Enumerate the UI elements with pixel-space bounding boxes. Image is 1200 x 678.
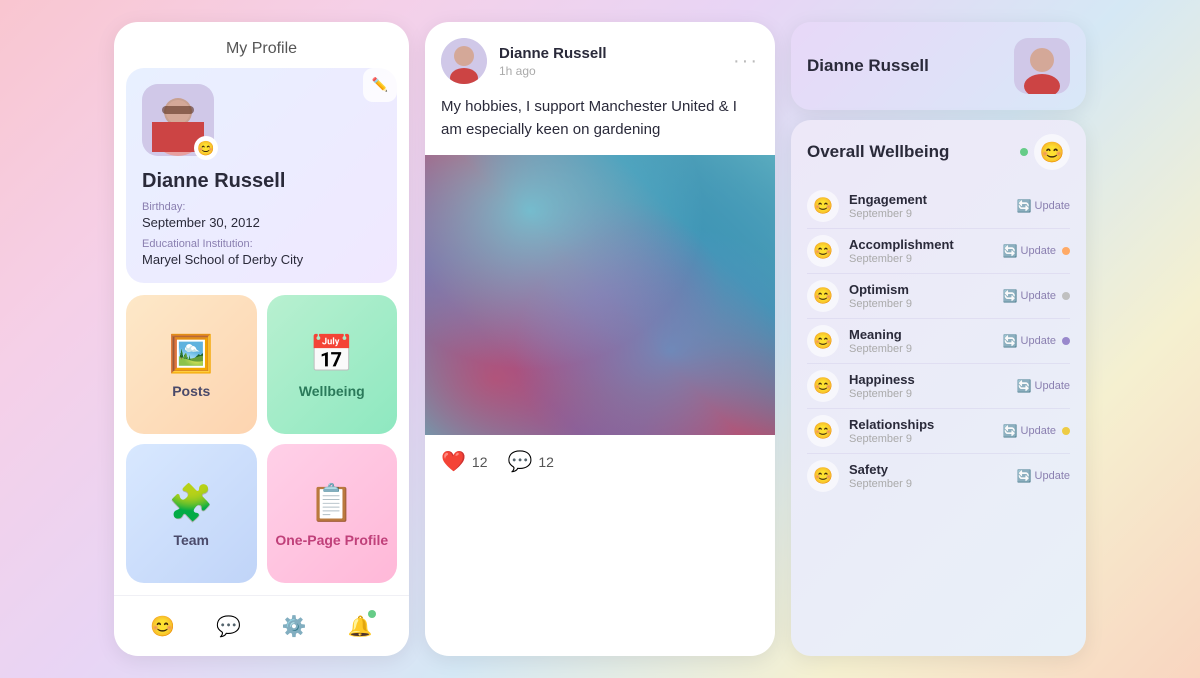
institution-label: Educational Institution: xyxy=(142,238,381,250)
posts-icon: 🖼️ xyxy=(169,333,214,375)
page-title: My Profile xyxy=(114,22,409,68)
accomplishment-info: Accomplishment September 9 xyxy=(849,237,993,265)
avatar-emoji-badge: 😊 xyxy=(194,136,218,160)
comment-button[interactable]: 💬 12 xyxy=(507,449,553,474)
happiness-update-button[interactable]: 🔄 Update xyxy=(1017,379,1070,393)
meaning-status-dot xyxy=(1062,337,1070,345)
wellbeing-icons: 😊 xyxy=(1020,134,1070,170)
like-button[interactable]: ❤️ 12 xyxy=(441,449,487,474)
relationships-icon: 😊 xyxy=(807,415,839,447)
middle-panel: Dianne Russell 1h ago ··· My hobbies, I … xyxy=(425,22,775,656)
accomplishment-status-dot xyxy=(1062,247,1070,255)
right-panel-avatar xyxy=(1014,38,1070,94)
birthday-label: Birthday: xyxy=(142,201,381,213)
refresh-icon: 🔄 xyxy=(1017,469,1032,483)
one-page-icon: 📋 xyxy=(309,482,354,524)
engagement-icon: 😊 xyxy=(807,190,839,222)
safety-info: Safety September 9 xyxy=(849,462,1007,490)
wellbeing-status-dot xyxy=(1020,148,1028,156)
wellbeing-item-optimism: 😊 Optimism September 9 🔄 Update xyxy=(807,274,1070,319)
messages-nav[interactable]: 💬 xyxy=(211,608,247,644)
pencil-icon: ✏️ xyxy=(372,77,389,93)
optimism-icon: 😊 xyxy=(807,280,839,312)
refresh-icon: 🔄 xyxy=(1003,424,1018,438)
wellbeing-item-relationships: 😊 Relationships September 9 🔄 Update xyxy=(807,409,1070,454)
bottom-nav: 😊 💬 ⚙️ 🔔 xyxy=(114,595,409,656)
optimism-status-dot xyxy=(1062,292,1070,300)
accomplishment-icon: 😊 xyxy=(807,235,839,267)
meaning-update-button[interactable]: 🔄 Update xyxy=(1003,334,1056,348)
wellbeing-card: Overall Wellbeing 😊 😊 Engagement Septemb… xyxy=(791,120,1086,656)
safety-update-button[interactable]: 🔄 Update xyxy=(1017,469,1070,483)
comment-icon: 💬 xyxy=(507,449,532,474)
like-count: 12 xyxy=(472,454,488,470)
menu-item-wellbeing[interactable]: 📅 Wellbeing xyxy=(267,295,398,434)
post-menu-button[interactable]: ··· xyxy=(733,50,759,73)
wellbeing-item-engagement: 😊 Engagement September 9 🔄 Update xyxy=(807,184,1070,229)
relationships-update-button[interactable]: 🔄 Update xyxy=(1003,424,1056,438)
avatar-container: 😊 xyxy=(142,84,214,156)
post-image-content xyxy=(425,155,775,435)
wellbeing-item-safety: 😊 Safety September 9 🔄 Update xyxy=(807,454,1070,498)
right-panel: Dianne Russell Overall Wellbeing 😊 😊 Eng… xyxy=(791,22,1086,656)
refresh-icon: 🔄 xyxy=(1003,289,1018,303)
post-user-info: Dianne Russell 1h ago xyxy=(499,45,721,78)
happiness-icon: 😊 xyxy=(807,370,839,402)
menu-grid: 🖼️ Posts 📅 Wellbeing 🧩 Team 📋 One-Page P… xyxy=(114,283,409,595)
home-nav[interactable]: 😊 xyxy=(145,608,181,644)
post-image xyxy=(425,155,775,435)
meaning-info: Meaning September 9 xyxy=(849,327,993,355)
settings-nav[interactable]: ⚙️ xyxy=(276,608,312,644)
post-actions: ❤️ 12 💬 12 xyxy=(425,435,775,488)
refresh-icon: 🔄 xyxy=(1003,334,1018,348)
relationships-info: Relationships September 9 xyxy=(849,417,993,445)
wellbeing-title: Overall Wellbeing xyxy=(807,142,949,162)
posts-label: Posts xyxy=(172,383,210,399)
refresh-icon: 🔄 xyxy=(1017,379,1032,393)
post-avatar xyxy=(441,38,487,84)
edit-profile-button[interactable]: ✏️ xyxy=(363,68,397,102)
engagement-info: Engagement September 9 xyxy=(849,192,1007,220)
menu-item-team[interactable]: 🧩 Team xyxy=(126,444,257,583)
refresh-icon: 🔄 xyxy=(1003,244,1018,258)
profile-card: 😊 ✏️ Dianne Russell Birthday: September … xyxy=(126,68,397,283)
profile-header-card: Dianne Russell xyxy=(791,22,1086,110)
heart-icon: ❤️ xyxy=(441,449,466,474)
one-page-label: One-Page Profile xyxy=(275,532,388,548)
optimism-info: Optimism September 9 xyxy=(849,282,993,310)
relationships-status-dot xyxy=(1062,427,1070,435)
happiness-info: Happiness September 9 xyxy=(849,372,1007,400)
wellbeing-title-row: Overall Wellbeing 😊 xyxy=(807,134,1070,170)
post-time: 1h ago xyxy=(499,64,721,78)
notifications-nav[interactable]: 🔔 xyxy=(342,608,378,644)
accomplishment-update-button[interactable]: 🔄 Update xyxy=(1003,244,1056,258)
post-username: Dianne Russell xyxy=(499,45,721,62)
wellbeing-emoji: 😊 xyxy=(1034,134,1070,170)
optimism-update-button[interactable]: 🔄 Update xyxy=(1003,289,1056,303)
post-header: Dianne Russell 1h ago ··· xyxy=(425,22,775,96)
menu-item-one-page[interactable]: 📋 One-Page Profile xyxy=(267,444,398,583)
wellbeing-item-accomplishment: 😊 Accomplishment September 9 🔄 Update xyxy=(807,229,1070,274)
team-icon: 🧩 xyxy=(169,482,214,524)
birthday-value: September 30, 2012 xyxy=(142,215,381,230)
notification-badge xyxy=(368,610,376,618)
team-label: Team xyxy=(173,532,209,548)
refresh-icon: 🔄 xyxy=(1017,199,1032,213)
right-panel-username: Dianne Russell xyxy=(807,56,929,76)
wellbeing-item-happiness: 😊 Happiness September 9 🔄 Update xyxy=(807,364,1070,409)
menu-item-posts[interactable]: 🖼️ Posts xyxy=(126,295,257,434)
safety-icon: 😊 xyxy=(807,460,839,492)
engagement-update-button[interactable]: 🔄 Update xyxy=(1017,199,1070,213)
profile-name: Dianne Russell xyxy=(142,170,381,193)
wellbeing-icon: 📅 xyxy=(309,333,354,375)
meaning-icon: 😊 xyxy=(807,325,839,357)
post-text: My hobbies, I support Manchester United … xyxy=(425,96,775,155)
wellbeing-item-meaning: 😊 Meaning September 9 🔄 Update xyxy=(807,319,1070,364)
comment-count: 12 xyxy=(538,454,554,470)
wellbeing-label: Wellbeing xyxy=(299,383,365,399)
institution-value: Maryel School of Derby City xyxy=(142,252,381,267)
left-panel: My Profile 😊 ✏️ Di xyxy=(114,22,409,656)
